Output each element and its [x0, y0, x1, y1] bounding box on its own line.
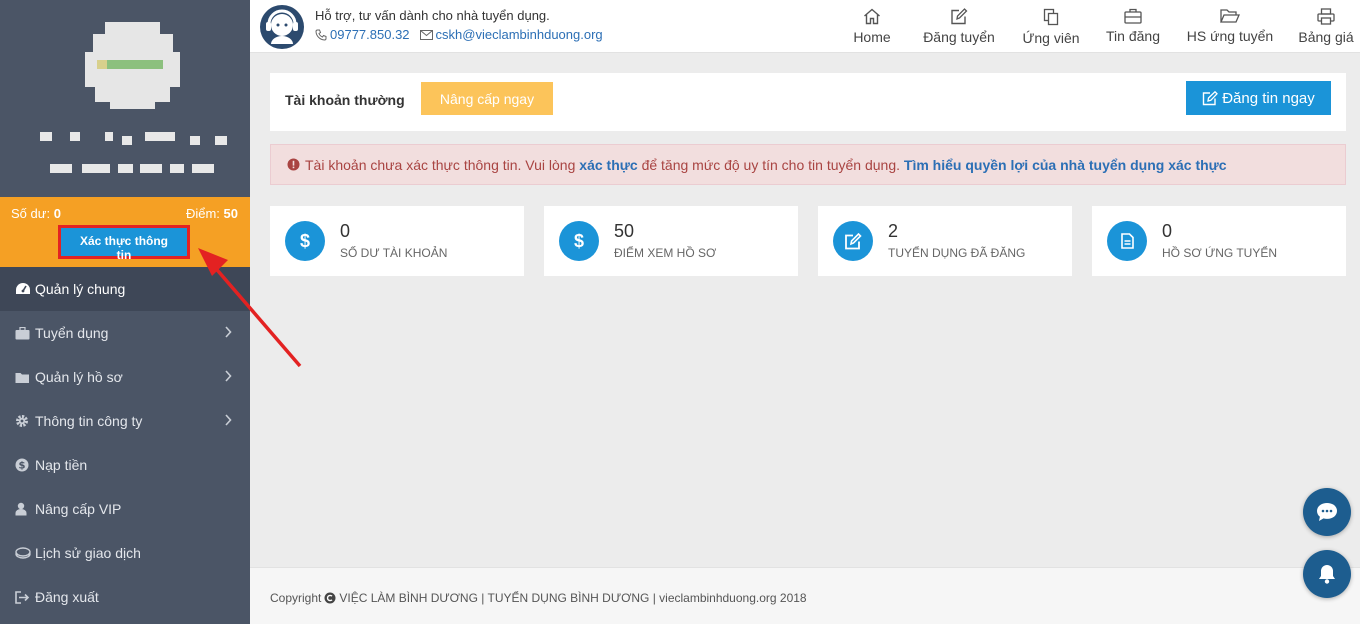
nav-candidates[interactable]: Ứng viên — [1016, 0, 1086, 53]
nav-applied-resumes[interactable]: HS ứng tuyển — [1180, 0, 1280, 53]
briefcase-icon — [1124, 8, 1142, 24]
avatar — [85, 22, 180, 117]
copyright: Copyright VIỆC LÀM BÌNH DƯƠNG | TUYỂN DỤ… — [270, 591, 807, 605]
stat-balance: $ 0 SỐ DƯ TÀI KHOẢN — [270, 206, 524, 276]
top-nav: Home Đăng tuyển Ứng viên Tin đăng HS ứng… — [842, 0, 1360, 53]
sidebar-item-company-info[interactable]: Thông tin công ty — [0, 399, 250, 443]
verification-alert: Tài khoản chưa xác thực thông tin. Vui l… — [270, 144, 1346, 185]
sidebar-item-logout[interactable]: Đăng xuất — [0, 575, 250, 619]
stat-resume-points: $ 50 ĐIỂM XEM HỒ SƠ — [544, 206, 798, 276]
chevron-right-icon — [224, 325, 232, 341]
chat-icon — [1317, 503, 1337, 521]
gear-icon — [15, 414, 33, 428]
user-icon — [15, 502, 33, 516]
coins-icon — [15, 547, 33, 559]
bell-icon — [1319, 565, 1335, 584]
stat-applied-resumes: 0 HỒ SƠ ỨNG TUYỂN — [1092, 206, 1346, 276]
phone-link[interactable]: 09777.850.32 — [315, 27, 410, 42]
verified-benefits-link[interactable]: Tìm hiểu quyền lợi của nhà tuyển dụng xá… — [904, 157, 1227, 173]
notification-button[interactable] — [1303, 550, 1351, 598]
envelope-icon — [419, 29, 433, 40]
nav-post-job[interactable]: Đăng tuyển — [914, 0, 1004, 53]
phone-icon — [315, 29, 327, 41]
balance: Số dư: 0 — [11, 206, 61, 221]
stat-posted-jobs: 2 TUYỂN DỤNG ĐÃ ĐĂNG — [818, 206, 1072, 276]
account-type: Tài khoản thường — [285, 92, 405, 108]
verify-info-button[interactable]: Xác thực thông tin — [61, 228, 187, 262]
profile-area — [0, 0, 250, 197]
footer: Copyright VIỆC LÀM BÌNH DƯƠNG | TUYỂN DỤ… — [250, 567, 1360, 624]
home-icon — [864, 8, 880, 25]
stats-row: $ 0 SỐ DƯ TÀI KHOẢN $ 50 ĐIỂM XEM HỒ SƠ … — [270, 206, 1346, 276]
sidebar-menu: Quản lý chung Tuyển dụng Quản lý hồ sơ T… — [0, 267, 250, 619]
dashboard-icon — [15, 282, 33, 296]
info-circle-icon — [287, 158, 300, 171]
document-icon — [1107, 221, 1147, 261]
copyright-icon — [324, 592, 336, 604]
balance-value: 0 — [53, 206, 61, 221]
dollar-icon: $ — [559, 221, 599, 261]
svg-text:$: $ — [19, 461, 26, 472]
sidebar-item-recruitment[interactable]: Tuyển dụng — [0, 311, 250, 355]
chat-button[interactable] — [1303, 488, 1351, 536]
edit-icon — [1203, 90, 1219, 105]
main-content: Tài khoản thường Nâng cấp ngay Đăng tin … — [250, 54, 1360, 567]
top-header: Hỗ trợ, tư vấn dành cho nhà tuyển dụng. … — [250, 0, 1360, 53]
logout-icon — [15, 590, 33, 604]
folder-open-icon — [1220, 9, 1240, 23]
nav-pricing[interactable]: Bảng giá — [1292, 0, 1360, 53]
chevron-right-icon — [224, 369, 232, 385]
upgrade-now-button[interactable]: Nâng cấp ngay — [421, 82, 553, 115]
sidebar-item-transaction-history[interactable]: Lịch sử giao dịch — [0, 531, 250, 575]
nav-job-posts[interactable]: Tin đăng — [1098, 0, 1168, 53]
sidebar-item-deposit[interactable]: $ Nạp tiền — [0, 443, 250, 487]
edit-icon — [833, 221, 873, 261]
verify-link[interactable]: xác thực — [579, 157, 637, 173]
dollar-icon: $ — [285, 221, 325, 261]
user-name — [40, 132, 230, 182]
support-text: Hỗ trợ, tư vấn dành cho nhà tuyển dụng. — [315, 8, 550, 23]
support-agent-icon — [259, 4, 305, 50]
briefcase-icon — [15, 326, 33, 340]
balance-panel: Số dư: 0 Điểm: 50 Xác thực thông tin — [0, 197, 250, 267]
edit-icon — [951, 8, 968, 25]
dollar-icon: $ — [15, 458, 33, 472]
sidebar-item-resume-management[interactable]: Quản lý hồ sơ — [0, 355, 250, 399]
sidebar-item-upgrade-vip[interactable]: Nâng cấp VIP — [0, 487, 250, 531]
sidebar-item-dashboard[interactable]: Quản lý chung — [0, 267, 250, 311]
printer-icon — [1317, 8, 1335, 25]
post-job-button[interactable]: Đăng tin ngay — [1186, 81, 1331, 115]
points: Điểm: 50 — [185, 206, 238, 221]
chevron-right-icon — [224, 413, 232, 429]
sidebar: Số dư: 0 Điểm: 50 Xác thực thông tin Quả… — [0, 0, 250, 624]
account-bar: Tài khoản thường Nâng cấp ngay Đăng tin … — [270, 73, 1346, 131]
points-value: 50 — [223, 206, 238, 221]
folder-icon — [15, 371, 33, 384]
copy-icon — [1043, 8, 1059, 26]
email-link[interactable]: cskh@vieclambinhduong.org — [419, 27, 603, 42]
contact-info: 09777.850.32 cskh@vieclambinhduong.org — [315, 27, 603, 42]
nav-home[interactable]: Home — [842, 0, 902, 53]
verify-highlight: Xác thực thông tin — [58, 225, 190, 262]
